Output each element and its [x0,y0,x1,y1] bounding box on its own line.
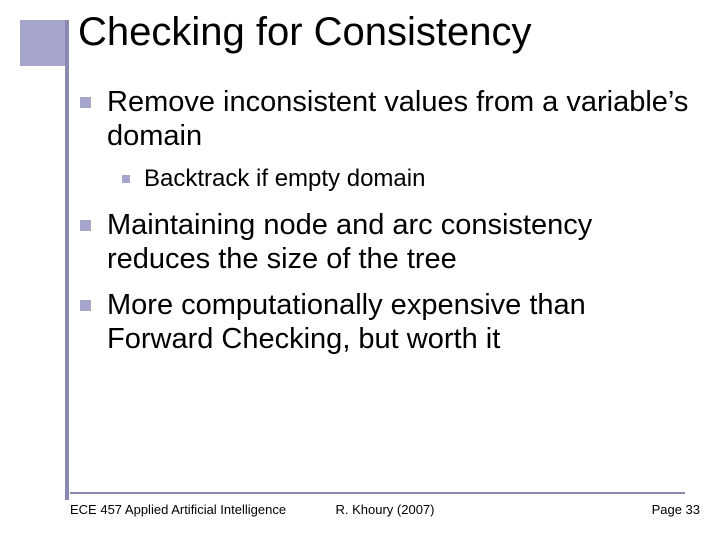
bullet-item: More computationally expensive than Forw… [80,288,690,356]
bullet-item: Backtrack if empty domain [122,165,690,193]
slide-title: Checking for Consistency [78,10,532,55]
square-bullet-icon [122,175,130,183]
square-bullet-icon [80,97,91,108]
vertical-divider [65,20,69,500]
bullet-text: Maintaining node and arc consistency red… [107,208,690,276]
square-bullet-icon [80,300,91,311]
footer: ECE 457 Applied Artificial Intelligence … [70,502,700,517]
bullet-text: Remove inconsistent values from a variab… [107,85,690,153]
slide-body: Remove inconsistent values from a variab… [80,85,690,369]
bullet-text: More computationally expensive than Forw… [107,288,690,356]
slide: Checking for Consistency Remove inconsis… [0,0,720,540]
bullet-item: Remove inconsistent values from a variab… [80,85,690,153]
title-accent-square [20,20,66,66]
footer-left: ECE 457 Applied Artificial Intelligence [70,502,286,517]
bullet-text: Backtrack if empty domain [144,165,425,193]
footer-right: Page 33 [652,502,700,517]
footer-divider [70,492,685,494]
bullet-item: Maintaining node and arc consistency red… [80,208,690,276]
square-bullet-icon [80,220,91,231]
